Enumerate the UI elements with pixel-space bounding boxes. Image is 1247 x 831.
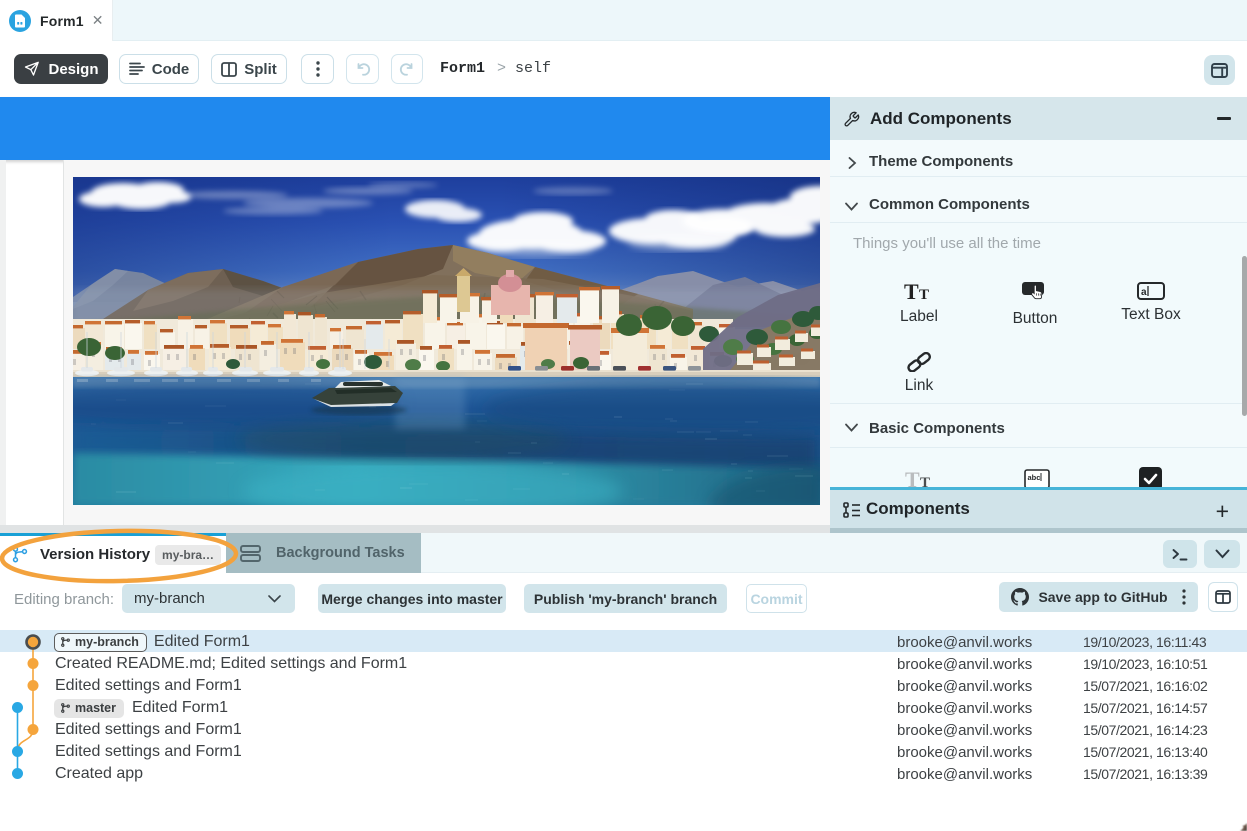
- svg-text:T: T: [920, 475, 930, 487]
- svg-text:abc: abc: [1028, 473, 1041, 482]
- svg-text:a: a: [1141, 287, 1147, 298]
- svg-text:T: T: [919, 287, 929, 303]
- svg-text:T: T: [905, 469, 920, 487]
- svg-text:T: T: [904, 281, 919, 303]
